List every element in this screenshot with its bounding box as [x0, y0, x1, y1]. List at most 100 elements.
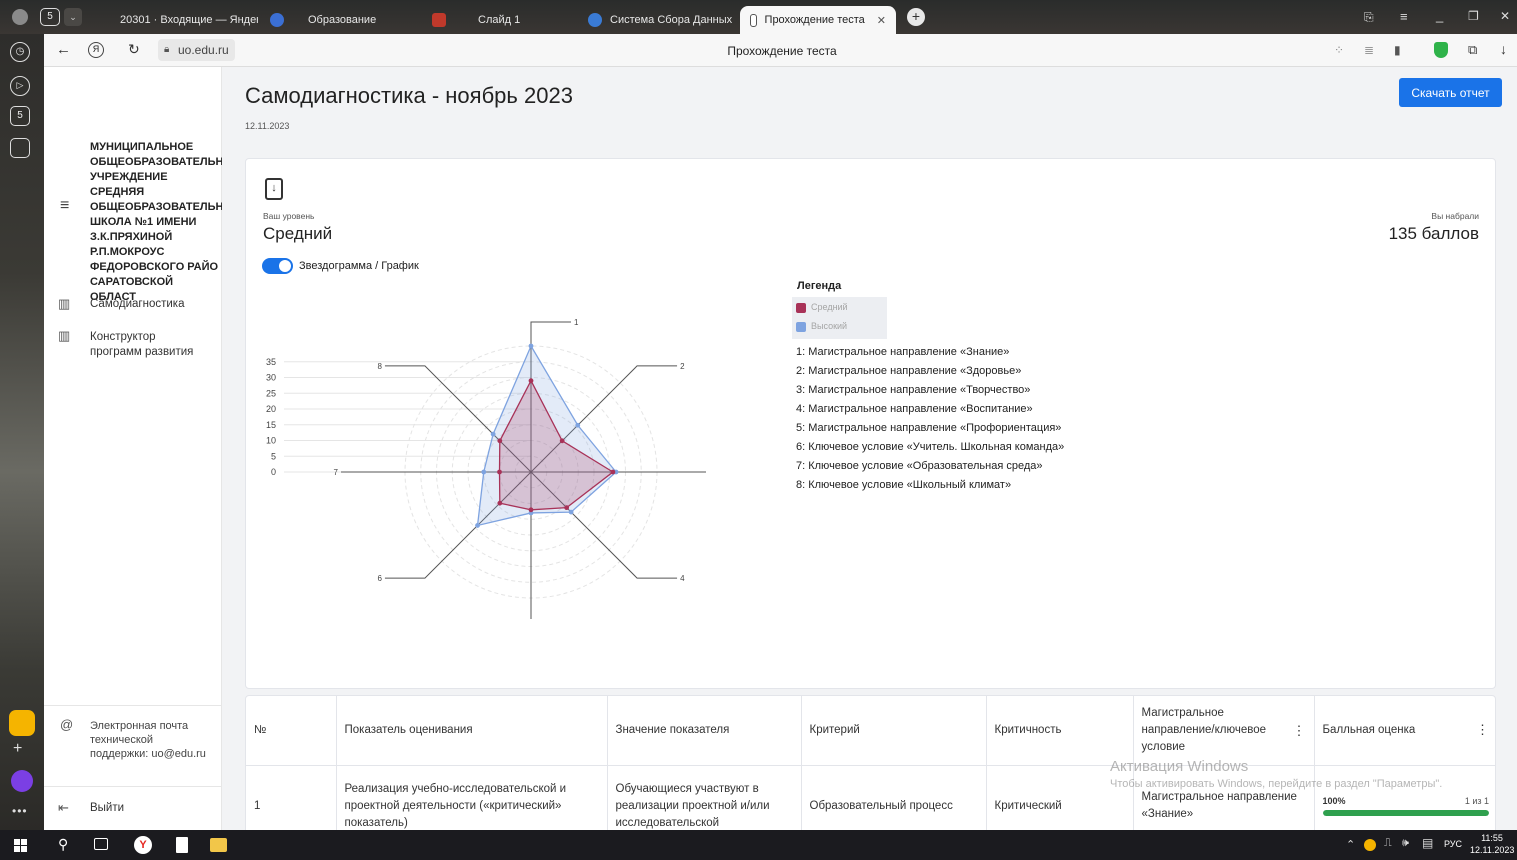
tab-test[interactable]: Прохождение теста ✕ — [740, 6, 896, 34]
search-icon[interactable]: ⚲ — [58, 836, 68, 853]
cell-value: Обучающиеся участвуют в реализации проек… — [607, 765, 802, 830]
clock[interactable]: 11:55 12.11.2023 — [1470, 832, 1514, 856]
bookmarks-icon[interactable]: ⎘ — [1364, 10, 1374, 25]
bookmark-icon[interactable]: ▮ — [1394, 43, 1401, 57]
legend-series-box: Средний Высокий — [792, 297, 887, 339]
network-icon[interactable]: ⎍ — [1384, 837, 1392, 850]
history-icon[interactable]: ◷ — [10, 42, 30, 62]
yandex-icon[interactable]: Я — [88, 42, 104, 58]
back-icon[interactable]: ← — [56, 41, 71, 58]
tabs-rail-icon[interactable]: 5 — [10, 106, 30, 126]
tab-mail[interactable]: 20301 · Входящие — Яндекс — [112, 6, 258, 34]
test-date: 12.11.2023 — [245, 121, 290, 131]
tab-slide[interactable]: Слайд 1 — [432, 6, 572, 34]
share-icon[interactable]: ⧉ — [1468, 42, 1477, 58]
media-icon[interactable]: ▷ — [10, 76, 30, 96]
axis-description: 5: Магистральное направление «Профориент… — [796, 422, 1062, 434]
indicators-table: № Показатель оценивания Значение показат… — [246, 696, 1495, 830]
col-criticality: Критичность — [986, 696, 1134, 765]
sidebar-divider — [44, 705, 222, 706]
restore-icon[interactable]: ❐ — [1468, 9, 1479, 23]
books-icon: ▥ — [58, 328, 71, 343]
close-tab-icon[interactable]: ✕ — [877, 14, 886, 27]
yandex-browser-icon[interactable]: Y — [134, 836, 152, 854]
progress-label: 100% — [1322, 796, 1346, 807]
mail-app-icon[interactable] — [9, 710, 35, 736]
axis-label: 6 — [377, 574, 382, 583]
axis-description: 2: Магистральное направление «Здоровье» — [796, 365, 1022, 377]
add-app-icon[interactable]: + — [13, 740, 22, 758]
sidebar-item-self-diagnostics[interactable]: ▥ Самодиагностика — [58, 296, 222, 314]
axis-description: 1: Магистральное направление «Знание» — [796, 346, 1010, 358]
indicators-table-card: № Показатель оценивания Значение показат… — [245, 695, 1496, 830]
more-icon[interactable]: ••• — [12, 804, 28, 818]
axis-description: 4: Магистральное направление «Воспитание… — [796, 403, 1033, 415]
col-direction: Магистральное направление/ключевое услов… — [1133, 696, 1315, 765]
tab-data-system[interactable]: Система Сбора Данных — [588, 6, 736, 34]
new-tab-icon[interactable]: + — [907, 8, 925, 26]
download-file-icon[interactable]: ↓ — [265, 178, 283, 200]
download-icon[interactable]: ↓ — [1500, 41, 1507, 57]
radar-chart: 3530252015105012345678 — [266, 319, 706, 619]
legend-label-average[interactable]: Средний — [811, 302, 848, 312]
axis-description: 6: Ключевое условие «Учитель. Школьная к… — [796, 441, 1065, 453]
alice-icon[interactable] — [11, 770, 33, 792]
progress-bar — [1322, 810, 1489, 817]
data-point — [497, 469, 502, 475]
sidebar-item-constructor[interactable]: ▥ Конструктор программ развития — [58, 328, 222, 362]
tabs-dropdown-icon[interactable]: ⌄ — [64, 8, 82, 26]
cell-criterion: Образовательный процесс — [801, 765, 987, 830]
tick-label: 0 — [271, 467, 276, 477]
hamburger-icon[interactable]: ≡ — [60, 197, 69, 215]
url-field[interactable]: 🔒︎ uo.edu.ru — [158, 39, 235, 61]
reader-icon[interactable]: ≣ — [1364, 43, 1374, 57]
toggle-label: Звездограмма / График — [299, 260, 419, 272]
extensions-icon[interactable]: ⁘ — [1334, 43, 1344, 57]
tick-label: 35 — [266, 357, 276, 367]
explorer-icon[interactable] — [210, 838, 227, 852]
logout-icon: ⇤ — [58, 800, 69, 815]
data-point — [497, 438, 503, 444]
minimize-icon[interactable]: _ — [1436, 8, 1443, 23]
task-view-icon[interactable] — [94, 838, 108, 850]
logout-button[interactable]: ⇤ Выйти — [58, 800, 208, 818]
data-point — [528, 378, 534, 384]
menu-icon[interactable]: ≡ — [1400, 9, 1408, 24]
notifications-icon[interactable]: ▤ — [1422, 836, 1433, 850]
tray-app-icon[interactable] — [1364, 839, 1376, 851]
org-name: МУНИЦИПАЛЬНОЕ ОБЩЕОБРАЗОВАТЕЛЬН УЧРЕЖДЕН… — [90, 141, 222, 303]
column-menu-icon[interactable]: ⋮ — [1476, 722, 1489, 738]
main-content: Самодиагностика - ноябрь 2023 12.11.2023… — [234, 67, 1517, 830]
col-score: Балльная оценка ⋮ — [1322, 722, 1490, 738]
tray-chevron-icon[interactable]: ⌃ — [1346, 838, 1355, 851]
table-row[interactable]: 1 Реализация учебно-исследовательской и … — [246, 765, 1495, 830]
tab-education[interactable]: Образование — [270, 6, 410, 34]
books-icon: ▥ — [58, 296, 71, 311]
page-title-bar: Прохождение теста — [727, 44, 837, 58]
language-indicator[interactable]: РУС — [1444, 839, 1462, 849]
screenshot-icon[interactable] — [10, 138, 30, 158]
tick-label: 20 — [266, 404, 276, 414]
download-report-button[interactable]: Скачать отчет — [1399, 78, 1502, 107]
data-point — [568, 509, 574, 515]
data-point — [528, 343, 534, 349]
tick-label: 25 — [266, 388, 276, 398]
globe-icon — [588, 13, 602, 27]
tab-counter[interactable]: 5 — [40, 8, 60, 26]
start-icon[interactable] — [14, 839, 27, 852]
sidebar-divider-2 — [44, 786, 222, 787]
cell-indicator: Реализация учебно-исследовательской и пр… — [336, 765, 608, 830]
volume-icon[interactable]: 🕪︎ — [1402, 837, 1409, 850]
file-icon[interactable] — [176, 837, 188, 853]
legend-label-high[interactable]: Высокий — [811, 321, 847, 331]
column-menu-icon[interactable]: ⋮ — [1293, 722, 1306, 739]
protect-shield-icon[interactable] — [1434, 42, 1448, 58]
level-value: Средний — [263, 224, 333, 243]
col-criterion: Критерий — [801, 696, 987, 765]
window-close-icon[interactable]: ✕ — [1500, 9, 1510, 23]
reload-icon[interactable]: ↻ — [128, 41, 140, 58]
data-point — [497, 500, 503, 506]
support-email[interactable]: Электронная почта технической поддержки:… — [90, 719, 210, 761]
axis-label: 1 — [574, 319, 579, 327]
view-toggle[interactable] — [262, 258, 293, 274]
